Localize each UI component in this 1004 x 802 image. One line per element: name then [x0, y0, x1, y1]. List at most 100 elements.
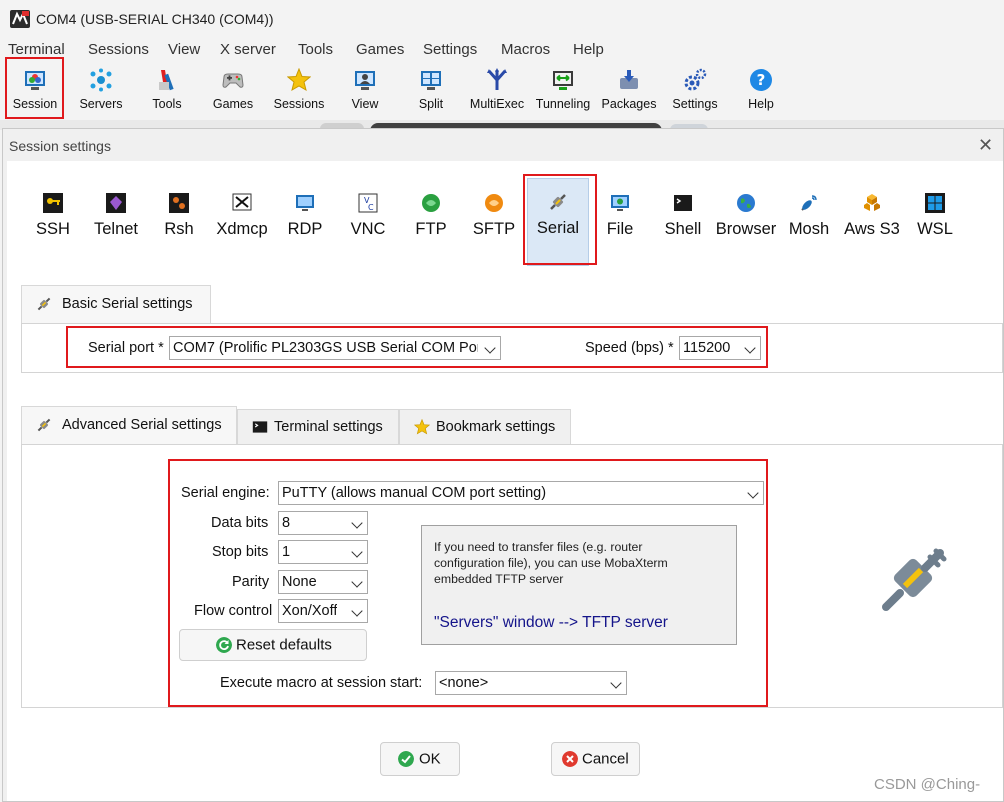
title-bar: COM4 (USB-SERIAL CH340 (COM4)): [0, 0, 1004, 38]
tunneling-icon: [553, 71, 573, 90]
svg-text:C: C: [368, 203, 374, 212]
menu-terminal[interactable]: Terminal: [8, 41, 65, 58]
window-title: COM4 (USB-SERIAL CH340 (COM4)): [36, 11, 274, 27]
menu-view[interactable]: View: [168, 41, 200, 58]
session-type-ssh[interactable]: SSH: [22, 186, 84, 266]
menu-tools[interactable]: Tools: [298, 41, 333, 58]
session-type-telnet[interactable]: Telnet: [85, 186, 147, 266]
star-icon: [414, 419, 430, 435]
tftp-hint-link[interactable]: "Servers" window --> TFTP server: [434, 614, 668, 632]
serial-engine-label: Serial engine:: [181, 485, 270, 501]
toolbar-label: Games: [212, 97, 254, 111]
toolbar-view-button[interactable]: View: [332, 62, 398, 120]
vnc-icon: VC: [358, 193, 378, 213]
toolbar-tools-button[interactable]: Tools: [134, 62, 200, 120]
toolbar-split-button[interactable]: Split: [398, 62, 464, 120]
key-icon: [43, 193, 63, 213]
session-icon: [25, 71, 45, 90]
file-icon: [611, 195, 629, 211]
serial-port-select[interactable]: COM7 (Prolific PL2303GS USB Serial COM P…: [169, 336, 501, 360]
menu-help[interactable]: Help: [573, 41, 604, 58]
menu-games[interactable]: Games: [356, 41, 404, 58]
menu-sessions[interactable]: Sessions: [88, 41, 149, 58]
sftp-icon: [485, 194, 503, 212]
toolbar-multiexec-button[interactable]: MultiExec: [464, 62, 530, 120]
tab-label: Basic Serial settings: [62, 296, 193, 312]
toolbar-servers-button[interactable]: Servers: [68, 62, 134, 120]
session-type-serial[interactable]: Serial: [527, 178, 589, 266]
toolbar-games-button[interactable]: Games: [200, 62, 266, 120]
multiexec-icon: [487, 68, 507, 90]
cancel-button[interactable]: Cancel: [551, 742, 640, 776]
menu-macros[interactable]: Macros: [501, 41, 550, 58]
session-type-rsh[interactable]: Rsh: [148, 186, 210, 266]
session-type-sftp[interactable]: SFTP: [463, 186, 525, 266]
serial-plug-icon: [37, 418, 51, 432]
session-type-label: WSL: [917, 220, 953, 238]
execute-macro-select[interactable]: <none>: [435, 671, 627, 695]
info-text-line: embedded TFTP server: [434, 572, 564, 586]
stop-bits-select[interactable]: 1: [278, 540, 368, 564]
toolbar-label: Sessions: [273, 97, 325, 111]
gamepad-icon: [222, 73, 244, 88]
tab-advanced-serial-settings[interactable]: Advanced Serial settings: [21, 406, 237, 444]
ok-button[interactable]: OK: [380, 742, 460, 776]
session-type-wsl[interactable]: WSL: [904, 186, 966, 266]
terminal-icon: [252, 421, 268, 433]
toolbar-packages-button[interactable]: Packages: [596, 62, 662, 120]
toolbar-session-button[interactable]: Session: [2, 62, 68, 120]
tab-bookmark-settings[interactable]: Bookmark settings: [399, 409, 571, 444]
session-type-label: SFTP: [472, 220, 516, 238]
rdp-icon: [296, 195, 314, 211]
packages-icon: [620, 70, 638, 89]
cancel-label: Cancel: [582, 750, 629, 768]
session-type-ftp[interactable]: FTP: [400, 186, 462, 266]
help-icon: ?: [750, 69, 772, 91]
chevron-down-icon: [351, 576, 363, 588]
toolbar-sessions-button[interactable]: Sessions: [266, 62, 332, 120]
session-settings-dialog: Session settings ✕ SSH Telnet Rsh Xdmcp …: [2, 128, 1004, 802]
data-bits-label: Data bits: [211, 515, 269, 531]
tools-icon: [159, 70, 174, 91]
toolbar-label: Help: [748, 97, 774, 111]
toolbar-tunneling-button[interactable]: Tunneling: [530, 62, 596, 120]
session-type-file[interactable]: File: [589, 186, 651, 266]
session-type-shell[interactable]: Shell: [652, 186, 714, 266]
tab-terminal-settings[interactable]: Terminal settings: [237, 409, 399, 444]
reset-defaults-button[interactable]: Reset defaults: [179, 629, 367, 661]
toolbar-label: Tools: [152, 97, 182, 111]
flow-control-select[interactable]: Xon/Xoff: [278, 599, 368, 623]
tab-label: Bookmark settings: [436, 419, 556, 435]
toolbar-label: Tunneling: [535, 97, 591, 111]
speed-select[interactable]: 115200: [679, 336, 761, 360]
split-icon: [421, 71, 441, 90]
svg-text:?: ?: [757, 71, 766, 89]
flow-control-label: Flow control: [194, 603, 273, 619]
close-icon[interactable]: ✕: [978, 135, 993, 156]
chevron-down-icon: [351, 517, 363, 529]
session-type-rdp[interactable]: RDP: [274, 186, 336, 266]
chevron-down-icon: [744, 342, 756, 354]
speed-label: Speed (bps) *: [585, 340, 674, 356]
parity-select[interactable]: None: [278, 570, 368, 594]
data-bits-value: 8: [282, 515, 291, 531]
dialog-body: SSH Telnet Rsh Xdmcp RDP VC VNC FTP SFTP: [7, 161, 1003, 801]
menu-settings[interactable]: Settings: [423, 41, 477, 58]
dialog-title: Session settings: [9, 138, 111, 154]
session-type-mosh[interactable]: Mosh: [778, 186, 840, 266]
star-icon: [287, 68, 311, 92]
speed-value: 115200: [683, 340, 731, 356]
session-type-xdmcp[interactable]: Xdmcp: [211, 186, 273, 266]
session-type-aws-s3[interactable]: Aws S3: [841, 186, 903, 266]
session-type-browser[interactable]: Browser: [715, 186, 777, 266]
refresh-icon: [216, 637, 232, 653]
data-bits-select[interactable]: 8: [278, 511, 368, 535]
toolbar-help-button[interactable]: ? Help: [728, 62, 794, 120]
tab-basic-serial-settings[interactable]: Basic Serial settings: [21, 285, 211, 323]
toolbar-settings-button[interactable]: Settings: [662, 62, 728, 120]
session-type-vnc[interactable]: VC VNC: [337, 186, 399, 266]
serial-plug-icon: [550, 194, 566, 210]
serial-engine-select[interactable]: PuTTY (allows manual COM port setting): [278, 481, 764, 505]
execute-macro-label: Execute macro at session start:: [220, 675, 423, 691]
menu-x-server[interactable]: X server: [220, 41, 276, 58]
